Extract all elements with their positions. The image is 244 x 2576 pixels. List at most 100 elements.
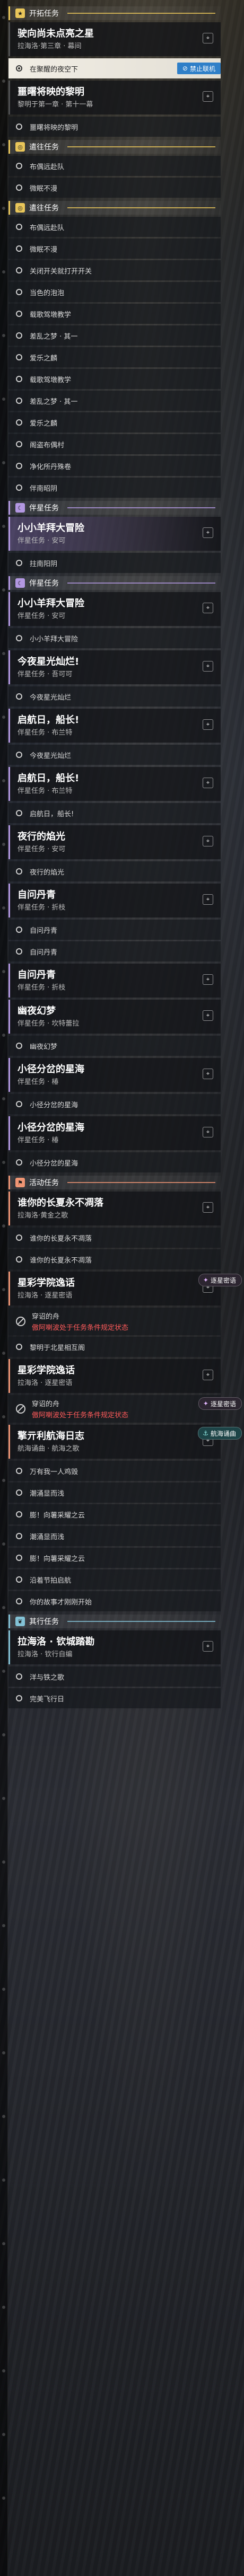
quest-card[interactable]: 夜行的焰光 伴星任务 · 安可 ⌖ — [8, 825, 221, 859]
section-header-journey1[interactable]: ◎ 遣往任务 — [8, 140, 221, 154]
quest-title: 小小羊拜大冒险 — [18, 598, 84, 609]
quest-step-row[interactable]: 潮涌显而浅 — [8, 1483, 221, 1503]
quest-step-row[interactable]: 沿着节拍启航 — [8, 1569, 221, 1590]
quest-card[interactable]: 幽夜幻梦 伴星任务 · 坎特蕾拉 ⌖ — [8, 1000, 221, 1034]
track-quest-icon[interactable]: ⌖ — [203, 603, 213, 613]
quest-step-row[interactable]: 在聚醒的夜空下 ⊘ 禁止联机 — [8, 58, 221, 78]
track-quest-icon[interactable]: ⌖ — [203, 33, 213, 43]
quest-card[interactable]: 小小羊拜大冒险 伴星任务 · 安可 ⌖ — [8, 517, 221, 551]
quest-step-row[interactable]: 今夜星光灿烂 — [8, 686, 221, 707]
track-quest-icon[interactable]: ⌖ — [203, 1127, 213, 1137]
section-header-trail2[interactable]: ☾ 伴星任务 — [8, 576, 221, 590]
section-header-trail1[interactable]: ☾ 伴星任务 — [8, 501, 221, 515]
quest-step-row[interactable]: 小小羊拜大冒险 — [8, 628, 221, 648]
quest-step-row[interactable]: 微眠不漫 — [8, 239, 221, 259]
track-quest-icon[interactable]: ⌖ — [203, 661, 213, 672]
quest-step-row[interactable]: 自问丹青 — [8, 920, 221, 940]
quest-step-row[interactable]: 载歌驾墩教学 — [8, 369, 221, 389]
quest-card[interactable]: 启航日，船长! 伴星任务 · 布兰特 ⌖ — [8, 767, 221, 801]
quest-card[interactable]: 星彩学院逸话 拉海洛 · 逐星密语 ⌖ ✦ 逐星密语 — [8, 1272, 242, 1305]
track-quest-icon[interactable]: ⌖ — [203, 1641, 213, 1652]
quest-card[interactable]: 小径分岔的星海 伴星任务 · 椿 ⌖ — [8, 1058, 221, 1092]
track-quest-icon[interactable]: ⌖ — [203, 778, 213, 788]
track-quest-icon[interactable]: ⌖ — [203, 527, 213, 538]
quest-step-row[interactable]: 阁盗布偶村 — [8, 434, 221, 454]
track-quest-icon[interactable]: ⌖ — [203, 1010, 213, 1021]
quest-step-row[interactable]: 穿诏的舟 傲阿喇波处于任务条件规定状态 — [8, 1308, 221, 1335]
step-label: 布偶远赴队 — [30, 163, 65, 171]
track-quest-icon[interactable]: ⌖ — [203, 1370, 213, 1380]
task-tag-badge[interactable]: ✦ 逐星密语 — [198, 1397, 242, 1410]
quest-step-row[interactable]: 布偶远赴队 — [8, 156, 221, 176]
quest-card[interactable]: 自问丹青 伴星任务 · 折枝 ⌖ — [8, 964, 221, 998]
step-label: 载歌驾墩教学 — [30, 311, 72, 319]
quest-step-row[interactable]: 今夜星光灿烂 — [8, 745, 221, 765]
track-quest-icon[interactable]: ⌖ — [203, 836, 213, 846]
quest-step-row[interactable]: 你的故事才刚刚开始 — [8, 1591, 221, 1611]
quest-card[interactable]: 小小羊拜大冒险 伴星任务 · 安可 ⌖ — [8, 592, 221, 626]
quest-step-row[interactable]: 布偶远赴队 — [8, 217, 221, 237]
quest-step-row[interactable]: 微眠不漫 — [8, 178, 221, 198]
track-quest-icon[interactable]: ⌖ — [203, 1202, 213, 1213]
quest-card[interactable]: 噩曙将映的黎明 黎明于第一章 · 第十一幕 ⌖ — [8, 81, 221, 114]
task-tag-badge[interactable]: ✦ 逐星密语 — [198, 1274, 242, 1286]
quest-step-row[interactable]: 小径分岔的星海 — [8, 1094, 221, 1114]
quest-card[interactable]: 小径分岔的星海 伴星任务 · 椿 ⌖ — [8, 1116, 221, 1150]
quest-card[interactable]: 拉海洛 · 钦城踏勘 拉海洛 · 钦行自编 ⌖ — [8, 1630, 221, 1664]
quest-card[interactable]: 擎亓利航海日志 航海诵曲 · 航海之歌 ⌖ ⚓ 航海诵曲 — [8, 1425, 242, 1459]
quest-subtitle: 拉海洛 · 钦行自编 — [18, 1651, 73, 1658]
quest-subtitle: 伴星任务 · 安可 — [18, 612, 66, 620]
track-quest-icon[interactable]: ⌖ — [203, 719, 213, 730]
quest-subtitle: 拉海洛 · 逐星密语 — [18, 1292, 73, 1300]
quest-step-row[interactable]: 启航日，船长! — [8, 803, 221, 823]
quest-step-row[interactable]: 完美飞行日 — [8, 1688, 221, 1708]
section-header-journey2[interactable]: ◎ 遣往任务 — [8, 201, 221, 215]
quest-step-row[interactable]: 黎明于北星相互阁 — [8, 1337, 221, 1357]
quest-step-row[interactable]: 拄南阳阴 — [8, 553, 221, 573]
section-header-event[interactable]: ⚑ 活动任务 — [8, 1176, 221, 1189]
track-quest-icon[interactable]: ⌖ — [203, 91, 213, 102]
quest-step-row[interactable]: 关闭开关就打开开关 — [8, 260, 221, 280]
quest-step-row[interactable]: 差乱之梦 · 其一 — [8, 391, 221, 411]
ring-icon — [16, 441, 22, 447]
task-tag-badge[interactable]: ⊘ 禁止联机 — [177, 63, 221, 74]
quest-step-row[interactable]: 噩曙将映的黎明 — [8, 117, 221, 137]
quest-card[interactable]: 星彩学院逸话 拉海洛 · 逐星密语 ⌖ — [8, 1359, 221, 1393]
quest-step-row[interactable]: 膨！向薯采耀之云 — [8, 1548, 221, 1568]
quest-step-row[interactable]: 小径分岔的星海 — [8, 1152, 221, 1172]
track-quest-icon[interactable]: ⌖ — [203, 894, 213, 905]
quest-step-row[interactable]: 载歌驾墩教学 — [8, 304, 221, 324]
scroll-track[interactable] — [0, 0, 8, 2576]
quest-step-row[interactable]: 谁你的长夏永不凋落 — [8, 1228, 221, 1248]
track-quest-icon[interactable]: ⌖ — [203, 1069, 213, 1079]
quest-card[interactable]: 驶向尚未点亮之星 拉海洛·第三章 · 幕间 ⌖ — [8, 22, 221, 56]
quest-step-row[interactable]: 爱乐之麟 — [8, 412, 221, 433]
quest-step-row[interactable]: 穿诏的舟 傲阿喇波处于任务条件规定状态 ✦ 逐星密语 — [8, 1395, 242, 1423]
quest-step-row[interactable]: 膨！向薯采耀之云 — [8, 1504, 221, 1524]
step-label: 洋与铁之歌 — [30, 1673, 65, 1682]
quest-step-row[interactable]: 伴南昭阴 — [8, 478, 221, 498]
track-quest-icon[interactable]: ⌖ — [203, 974, 213, 985]
quest-step-row[interactable]: 爱乐之麟 — [8, 347, 221, 367]
ring-icon — [16, 224, 22, 230]
section-header-story[interactable]: ★ 开拓任务 — [8, 6, 221, 20]
quest-subtitle: 伴星任务 · 布兰特 — [18, 729, 73, 737]
quest-step-row[interactable]: 幽夜幻梦 — [8, 1036, 221, 1056]
quest-card[interactable]: 谁你的长夏永不凋落 拉海洛·黄金之歌 ⌖ — [8, 1192, 221, 1225]
step-label: 微眠不漫 — [30, 184, 58, 193]
task-tag-badge[interactable]: ⚓ 航海诵曲 — [198, 1427, 242, 1440]
quest-step-row[interactable]: 夜行的焰光 — [8, 861, 221, 881]
quest-card[interactable]: 自问丹青 伴星任务 · 折枝 ⌖ — [8, 884, 221, 918]
quest-step-row[interactable]: 差乱之梦 · 其一 — [8, 325, 221, 346]
quest-step-row[interactable]: 洋与铁之歌 — [8, 1666, 221, 1687]
section-header-side[interactable]: ❦ 其行任务 — [8, 1615, 221, 1628]
quest-step-row[interactable]: 自问丹青 — [8, 941, 221, 961]
quest-card[interactable]: 启航日，船长! 伴星任务 · 布兰特 ⌖ — [8, 709, 221, 743]
quest-step-row[interactable]: 万有我一人鸡毁 — [8, 1461, 221, 1481]
quest-step-row[interactable]: 净化所丹殊卷 — [8, 456, 221, 476]
quest-step-row[interactable]: 谁你的长夏永不凋落 — [8, 1249, 221, 1269]
quest-card-header: 启航日，船长! 伴星任务 · 布兰特 — [8, 709, 221, 743]
quest-step-row[interactable]: 潮涌显而浅 — [8, 1526, 221, 1546]
quest-card[interactable]: 今夜星光灿烂! 伴星任务 · 吾可可 ⌖ — [8, 650, 221, 684]
quest-step-row[interactable]: 当色的泡泡 — [8, 282, 221, 302]
